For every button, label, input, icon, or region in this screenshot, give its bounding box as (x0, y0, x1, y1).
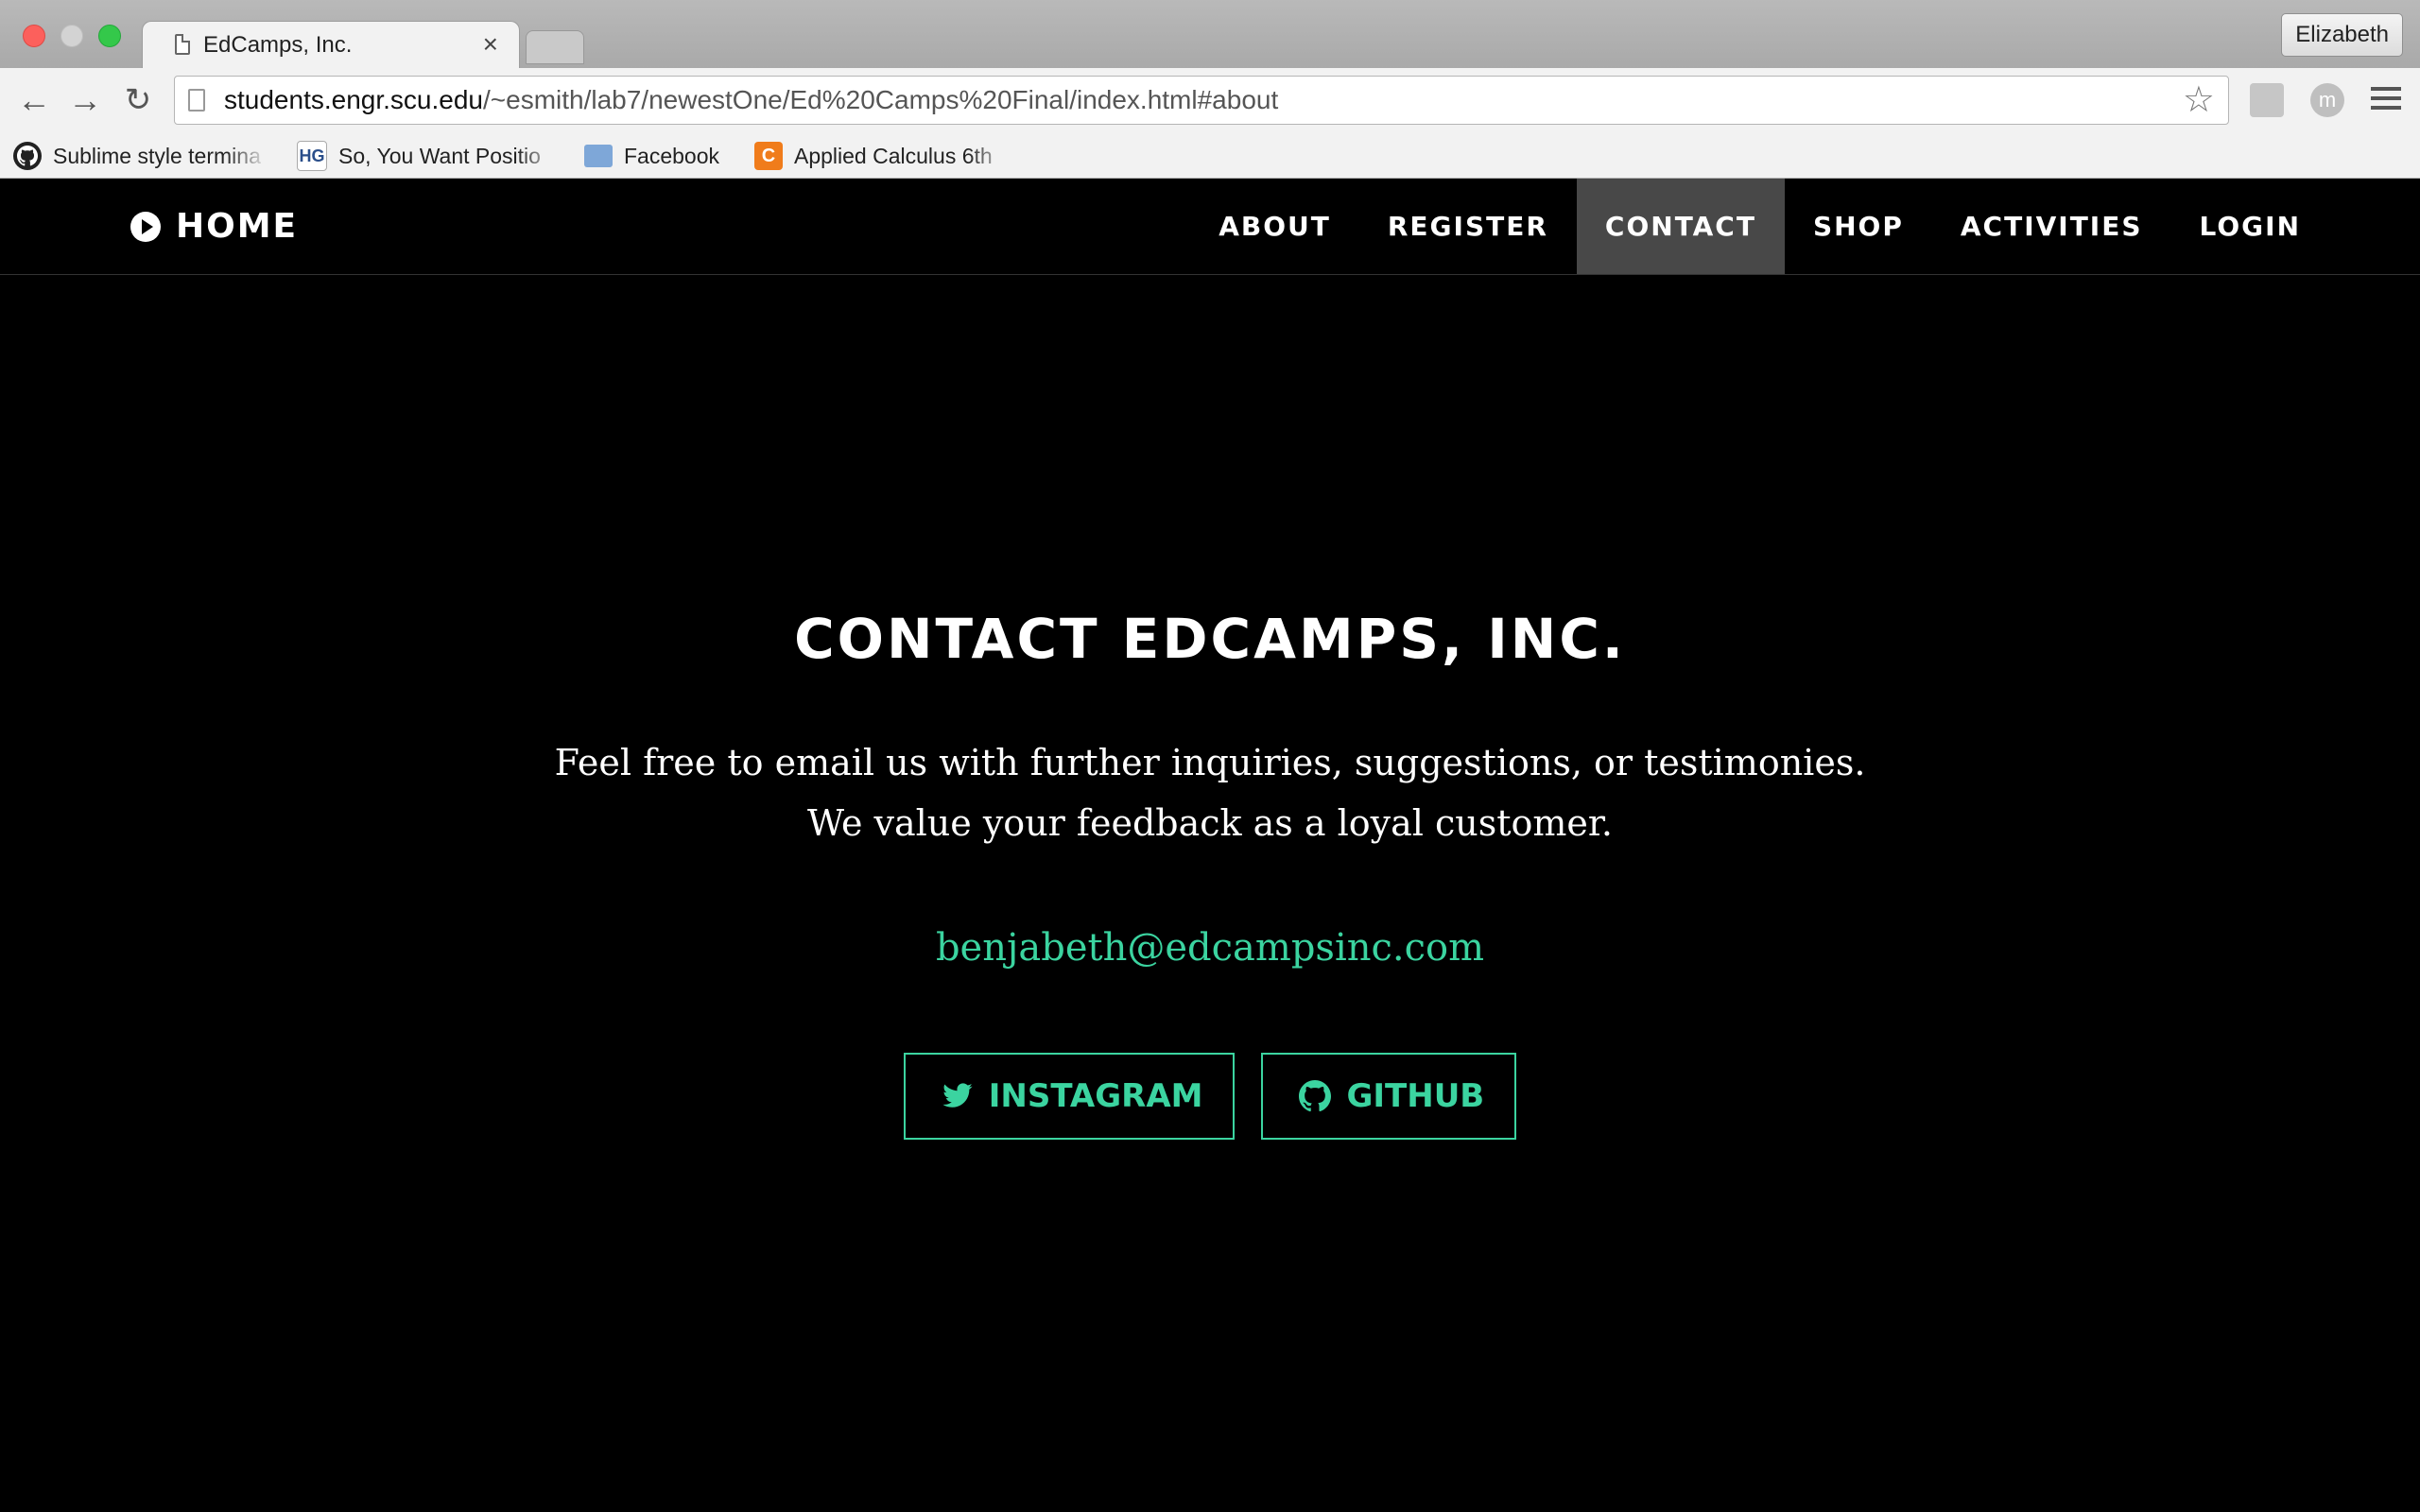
extension-icon[interactable] (2250, 83, 2284, 117)
calculus-favicon-icon: C (754, 142, 783, 170)
nav-links: ABOUT REGISTER CONTACT SHOP ACTIVITIES L… (1190, 179, 2329, 274)
tab-close-icon[interactable]: × (483, 29, 498, 60)
address-bar[interactable]: students.engr.scu.edu/~esmith/lab7/newes… (174, 76, 2229, 125)
github-label: GITHUB (1346, 1077, 1485, 1115)
bookmark-item[interactable]: Sublime style termina (13, 140, 268, 172)
instagram-label: INSTAGRAM (988, 1077, 1203, 1115)
nav-link-login[interactable]: LOGIN (2171, 179, 2329, 274)
nav-link-activities[interactable]: ACTIVITIES (1932, 179, 2171, 274)
browser-toolbar: ← → ↻ students.engr.scu.edu/~esmith/lab7… (0, 68, 2420, 134)
profile-button[interactable]: Elizabeth (2281, 13, 2403, 57)
hg-favicon-icon: HG (297, 141, 327, 171)
url-text[interactable]: students.engr.scu.edu/~esmith/lab7/newes… (224, 85, 1278, 115)
bookmark-label: Facebook (624, 143, 720, 168)
social-buttons: INSTAGRAM GITHUB (0, 1053, 2420, 1140)
site-navbar: HOME ABOUT REGISTER CONTACT SHOP ACTIVIT… (0, 179, 2420, 275)
bookmarks-bar: Sublime style termina HG So, You Want Po… (0, 134, 2420, 179)
bookmark-label: Applied Calculus 6th (794, 143, 993, 168)
nav-link-register[interactable]: REGISTER (1359, 179, 1577, 274)
email-link[interactable]: benjabeth@edcampsinc.com (0, 926, 2420, 970)
nav-link-about[interactable]: ABOUT (1190, 179, 1359, 274)
page-icon (188, 89, 205, 112)
github-button[interactable]: GITHUB (1261, 1053, 1517, 1140)
browser-titlebar: EdCamps, Inc. × Elizabeth (0, 0, 2420, 71)
page-title: CONTACT EDCAMPS, INC. (794, 607, 1626, 671)
home-label: HOME (176, 207, 299, 246)
bookmark-label: So, You Want Positio (338, 143, 541, 168)
play-circle-icon (130, 211, 161, 242)
extension-m-icon[interactable]: m (2310, 83, 2344, 117)
bookmark-label: Sublime style termina (53, 143, 261, 168)
home-link[interactable]: HOME (130, 207, 298, 246)
window-minimize-button[interactable] (60, 25, 83, 47)
reload-icon[interactable]: ↻ (117, 79, 159, 121)
bookmark-item[interactable]: Facebook (584, 140, 735, 172)
forward-icon[interactable]: → (64, 79, 106, 121)
url-path: /~esmith/lab7/newestOne/Ed%20Camps%20Fin… (482, 85, 1279, 114)
menu-icon[interactable] (2371, 87, 2401, 115)
page-icon (175, 34, 190, 55)
folder-icon (584, 145, 613, 167)
twitter-bird-icon (942, 1083, 973, 1108)
window-close-button[interactable] (23, 25, 45, 47)
nav-link-shop[interactable]: SHOP (1785, 179, 1932, 274)
window-maximize-button[interactable] (98, 25, 121, 47)
bookmark-item[interactable]: C Applied Calculus 6th (754, 140, 1011, 172)
back-icon[interactable]: ← (13, 79, 55, 121)
instagram-button[interactable]: INSTAGRAM (903, 1053, 1236, 1140)
tab-title: EdCamps, Inc. (203, 32, 353, 58)
bookmark-star-icon[interactable]: ☆ (2183, 78, 2215, 121)
new-tab-button[interactable] (526, 30, 584, 64)
github-icon (1299, 1080, 1332, 1112)
browser-tab[interactable]: EdCamps, Inc. × (142, 21, 520, 71)
url-host: students.engr.scu.edu (224, 85, 483, 114)
bookmark-item[interactable]: HG So, You Want Positio (297, 140, 562, 172)
github-icon (13, 142, 42, 170)
contact-description: Feel free to email us with further inqui… (554, 742, 1866, 844)
nav-link-contact[interactable]: CONTACT (1576, 179, 1785, 274)
